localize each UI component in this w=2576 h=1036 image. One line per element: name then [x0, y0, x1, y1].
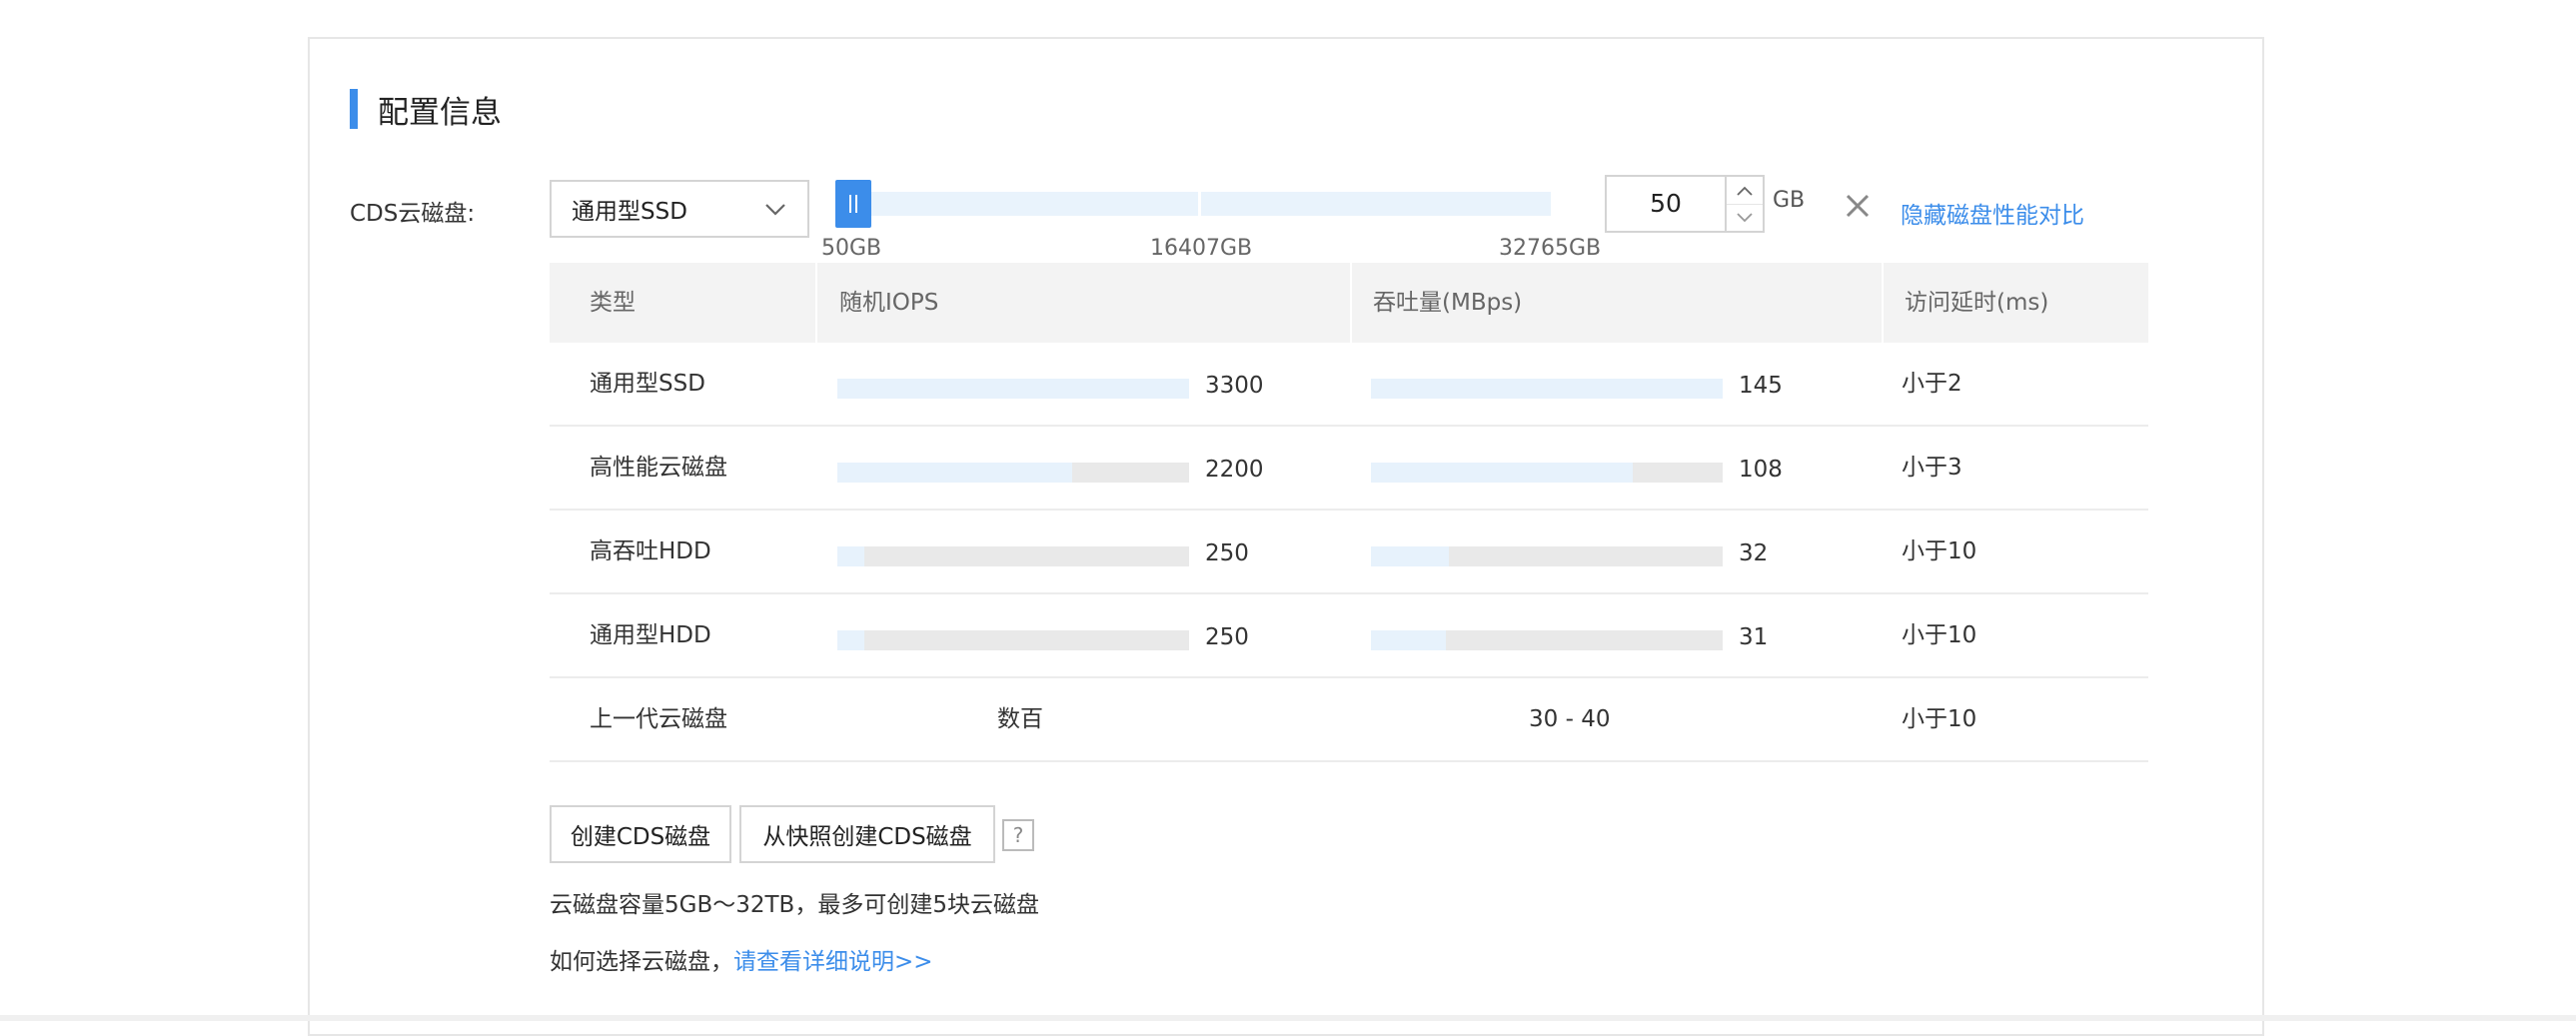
size-stepper[interactable] — [1725, 177, 1763, 231]
grip-line — [849, 195, 851, 213]
iops-bar-fill — [837, 379, 1189, 399]
size-slider-track[interactable] — [835, 192, 1551, 216]
col-separator — [1882, 263, 1884, 343]
latency-cell: 小于3 — [1902, 455, 1962, 481]
slider-tick-max: 32765GB — [1499, 236, 1602, 261]
size-input[interactable]: 50 — [1605, 175, 1765, 233]
latency-cell: 小于2 — [1902, 371, 1962, 397]
create-cds-button[interactable]: 创建CDS磁盘 — [550, 805, 731, 863]
throughput-bar — [1371, 379, 1723, 399]
throughput-value: 108 — [1739, 457, 1783, 483]
size-input-value[interactable]: 50 — [1607, 177, 1725, 231]
chevron-up-icon — [1737, 186, 1753, 196]
col-header-latency: 访问延时(ms) — [1905, 290, 2049, 316]
disk-type-cell: 高吞吐HDD — [590, 538, 711, 564]
col-separator — [815, 263, 817, 343]
cds-label: CDS云磁盘: — [350, 201, 476, 227]
disk-type-cell: 通用型HDD — [590, 622, 711, 648]
table-row-legacy: 上一代云磁盘 数百 30 - 40 小于10 — [550, 678, 2148, 762]
close-icon[interactable] — [1844, 192, 1872, 220]
throughput-value: 31 — [1739, 624, 1769, 650]
col-header-type: 类型 — [590, 290, 636, 316]
create-from-snapshot-button[interactable]: 从快照创建CDS磁盘 — [739, 805, 995, 863]
choose-note-text: 如何选择云磁盘， — [550, 949, 733, 975]
size-unit-label: GB — [1773, 188, 1806, 213]
title-accent-bar — [350, 89, 358, 129]
throughput-bar — [1371, 630, 1723, 650]
throughput-bar-fill — [1371, 379, 1723, 399]
throughput-bar-fill — [1371, 463, 1634, 483]
performance-table: 类型 随机IOPS 吞吐量(MBps) 访问延时(ms) 通用型SSD 3300… — [550, 263, 2148, 762]
iops-value: 3300 — [1205, 373, 1264, 399]
disk-type-cell: 通用型SSD — [590, 371, 705, 397]
details-link[interactable]: 请查看详细说明>> — [733, 949, 933, 975]
throughput-bar — [1371, 546, 1723, 566]
disk-type-cell: 高性能云磁盘 — [590, 455, 727, 481]
grip-line — [855, 195, 857, 213]
iops-bar-fill — [837, 630, 864, 650]
table-header: 类型 随机IOPS 吞吐量(MBps) 访问延时(ms) — [550, 263, 2148, 343]
iops-value: 250 — [1205, 624, 1249, 650]
section-title: 配置信息 — [350, 88, 502, 131]
iops-bar — [837, 379, 1189, 399]
iops-text: 数百 — [997, 706, 1043, 732]
capacity-note: 云磁盘容量5GB～32TB，最多可创建5块云磁盘 — [550, 892, 1039, 918]
table-row: 通用型HDD 250 31 小于10 — [550, 594, 2148, 678]
col-header-iops: 随机IOPS — [839, 290, 939, 316]
hide-compare-link[interactable]: 隐藏磁盘性能对比 — [1901, 196, 2084, 230]
stepper-up-button[interactable] — [1727, 177, 1763, 205]
slider-tick-mid: 16407GB — [1150, 236, 1253, 261]
stepper-down-button[interactable] — [1727, 204, 1763, 231]
chevron-down-icon — [765, 204, 785, 216]
iops-bar-fill — [837, 463, 1072, 483]
iops-bar — [837, 463, 1189, 483]
table-row: 通用型SSD 3300 145 小于2 — [550, 343, 2148, 427]
iops-bar — [837, 546, 1189, 566]
throughput-bar — [1371, 463, 1723, 483]
latency-cell: 小于10 — [1902, 538, 1977, 564]
iops-value: 250 — [1205, 540, 1249, 566]
table-row: 高吞吐HDD 250 32 小于10 — [550, 511, 2148, 594]
throughput-value: 145 — [1739, 373, 1783, 399]
col-header-throughput: 吞吐量(MBps) — [1373, 290, 1523, 316]
iops-value: 2200 — [1205, 457, 1264, 483]
throughput-bar-fill — [1371, 630, 1447, 650]
help-icon[interactable]: ? — [1002, 819, 1034, 851]
slider-tick-min: 50GB — [821, 236, 882, 261]
slider-segment-divider — [1198, 192, 1201, 216]
iops-bar-fill — [837, 546, 864, 566]
section-title-text: 配置信息 — [378, 94, 502, 131]
disk-type-cell: 上一代云磁盘 — [590, 706, 727, 732]
throughput-bar-fill — [1371, 546, 1449, 566]
disk-type-selected-value: 通用型SSD — [572, 199, 687, 225]
col-separator — [1350, 263, 1352, 343]
disk-type-select[interactable]: 通用型SSD — [550, 180, 809, 238]
throughput-value: 32 — [1739, 540, 1769, 566]
choose-note: 如何选择云磁盘，请查看详细说明>> — [550, 942, 933, 976]
throughput-text: 30 - 40 — [1529, 706, 1611, 732]
latency-cell: 小于10 — [1902, 622, 1977, 648]
chevron-down-icon — [1737, 212, 1753, 222]
table-row: 高性能云磁盘 2200 108 小于3 — [550, 427, 2148, 511]
iops-bar — [837, 630, 1189, 650]
size-slider-handle[interactable] — [835, 180, 871, 228]
latency-cell: 小于10 — [1902, 706, 1977, 732]
page-bottom-band — [0, 1015, 2576, 1021]
